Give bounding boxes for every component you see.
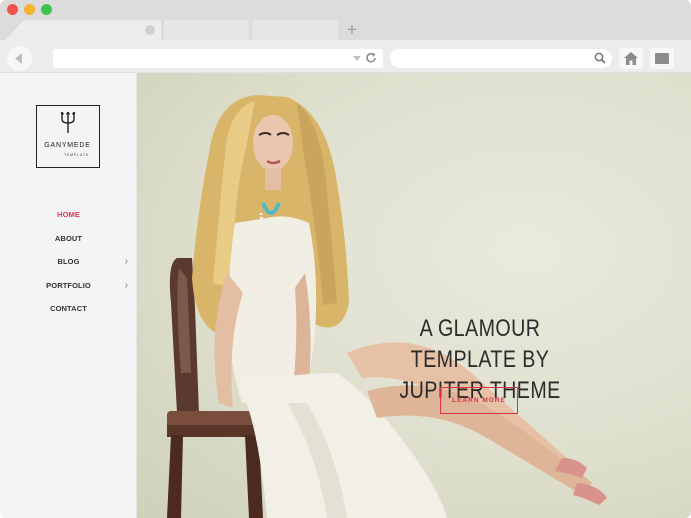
sidebar-nav: HOME ABOUT BLOG › PORTFOLIO › CONTACT — [0, 209, 137, 327]
sidebar-item-label: HOME — [57, 210, 80, 219]
logo-name: GANYMEDE — [44, 142, 91, 149]
trident-icon — [61, 112, 75, 133]
sidebar-item-blog[interactable]: BLOG › — [0, 256, 137, 280]
tab-close-icon[interactable] — [145, 25, 155, 35]
sidebar-item-contact[interactable]: CONTACT — [0, 303, 137, 327]
browser-tab-2[interactable] — [164, 20, 249, 40]
tab-corner-decoration — [5, 22, 22, 40]
site-sidebar: GANYMEDE TEMPLATE HOME ABOUT BLOG › PORT… — [0, 73, 137, 518]
search-icon[interactable] — [594, 52, 606, 64]
close-window-button[interactable] — [7, 4, 18, 15]
logo-subtitle: TEMPLATE — [63, 153, 90, 157]
sidebar-item-label: ABOUT — [54, 233, 83, 243]
site-logo[interactable]: GANYMEDE TEMPLATE — [36, 105, 100, 168]
learn-more-button[interactable]: LEARN MORE — [440, 387, 518, 414]
browser-toolbar — [0, 40, 691, 73]
address-bar[interactable] — [53, 49, 383, 68]
sidebar-item-home[interactable]: HOME — [0, 209, 137, 233]
sidebar-item-label: PORTFOLIO — [46, 280, 91, 290]
home-button[interactable] — [619, 48, 643, 69]
menu-icon — [655, 53, 669, 64]
hero-model-image — [167, 95, 607, 518]
browser-window: + GANYMEDE TEMPLATE HOME ABOUT BLOG › PO… — [0, 0, 691, 518]
reload-icon[interactable] — [364, 51, 378, 65]
chevron-right-icon[interactable]: › — [125, 257, 128, 267]
hero-title-line-1: A GLAMOUR TEMPLATE BY — [410, 315, 550, 373]
browser-tab-3[interactable] — [252, 20, 338, 40]
maximize-window-button[interactable] — [41, 4, 52, 15]
new-tab-button[interactable]: + — [347, 20, 357, 40]
sidebar-item-portfolio[interactable]: PORTFOLIO › — [0, 280, 137, 304]
url-dropdown-icon[interactable] — [353, 56, 361, 61]
back-button[interactable] — [7, 46, 32, 71]
hero-section: A GLAMOUR TEMPLATE BY JUPITER THEME LEAR… — [137, 73, 691, 518]
back-arrow-icon — [15, 53, 22, 64]
browser-menu-button[interactable] — [650, 48, 674, 69]
search-input[interactable] — [390, 49, 612, 68]
minimize-window-button[interactable] — [24, 4, 35, 15]
browser-titlebar: + — [0, 0, 691, 40]
home-icon — [624, 52, 638, 65]
browser-tab-active[interactable] — [22, 20, 161, 40]
sidebar-item-label: CONTACT — [50, 304, 87, 314]
chevron-right-icon[interactable]: › — [125, 280, 128, 291]
sidebar-item-label: BLOG — [57, 257, 80, 267]
sidebar-item-about[interactable]: ABOUT — [0, 233, 137, 257]
